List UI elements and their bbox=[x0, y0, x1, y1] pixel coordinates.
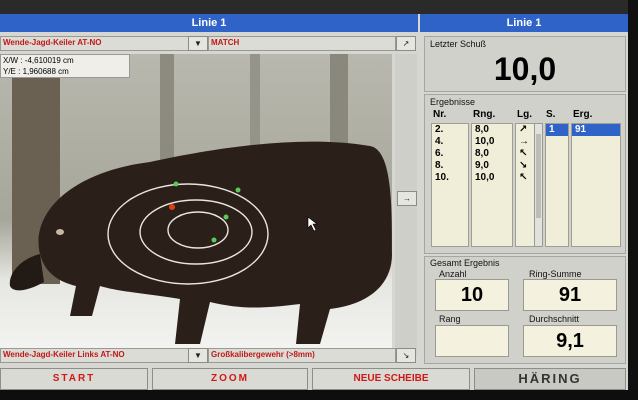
column-s: 1 bbox=[545, 123, 569, 247]
weapon-select-button[interactable]: ↘ bbox=[396, 348, 416, 363]
target-select[interactable]: Wende-Jagd-Keiler AT-NO bbox=[0, 36, 190, 51]
column-rng: 8,0 10,0 8,0 9,0 10,0 bbox=[471, 123, 513, 247]
count-value: 10 bbox=[435, 279, 509, 311]
results-label: Ergebnisse bbox=[430, 97, 476, 107]
chevron-down-icon: ▼ bbox=[194, 39, 202, 48]
direction-arrow-icon: → bbox=[519, 136, 529, 147]
table-cell: 8,0 bbox=[475, 124, 489, 135]
coordinate-readout: X/W : -4,610019 cm Y/E : 1,960688 cm bbox=[0, 54, 130, 78]
table-cell: 4. bbox=[435, 136, 444, 147]
direction-arrow-icon: ↘ bbox=[519, 160, 528, 171]
direction-arrow-icon: ↗ bbox=[519, 124, 528, 135]
monitor-bezel-top bbox=[0, 0, 638, 14]
rank-label: Rang bbox=[439, 314, 461, 324]
arrow-up-right-icon: ↗ bbox=[402, 39, 410, 48]
weapon-select[interactable]: Großkalibergewehr (>8mm) bbox=[208, 348, 396, 363]
target-select-dropdown-button[interactable]: ▼ bbox=[188, 36, 208, 51]
table-cell: 10,0 bbox=[475, 172, 495, 183]
rank-value bbox=[435, 325, 509, 357]
boar-target-illustration bbox=[0, 54, 392, 356]
last-shot-panel: Letzter Schuß 10,0 bbox=[424, 36, 626, 92]
table-cell: 6. bbox=[435, 148, 444, 159]
average-label: Durchschnitt bbox=[529, 314, 580, 324]
table-cell-selected[interactable]: 1 bbox=[546, 124, 568, 136]
col-header-s: S. bbox=[546, 109, 556, 120]
haering-logo: HÄRING bbox=[474, 368, 626, 390]
average-value: 9,1 bbox=[523, 325, 617, 357]
hit-marker bbox=[173, 181, 179, 187]
col-header-erg: Erg. bbox=[573, 109, 593, 120]
start-button[interactable]: START bbox=[0, 368, 148, 390]
bottom-target-dropdown-button[interactable]: ▼ bbox=[188, 348, 208, 363]
results-panel: Ergebnisse Nr. Rng. Lg. S. Erg. 2. 4. 6.… bbox=[424, 94, 626, 254]
arrow-down-right-icon: ↘ bbox=[402, 351, 410, 360]
shooting-app-screen: Linie 1 Linie 1 Wende-Jagd-Keiler AT-NO … bbox=[0, 14, 628, 390]
results-scrollbar[interactable] bbox=[534, 123, 543, 247]
ring-sum-label: Ring-Summe bbox=[529, 269, 582, 279]
monitor-bezel-bottom bbox=[0, 390, 638, 400]
col-header-lg: Lg. bbox=[517, 109, 532, 120]
mode-select-button[interactable]: ↗ bbox=[396, 36, 416, 51]
column-nr: 2. 4. 6. 8. 10. bbox=[431, 123, 469, 247]
total-result-panel: Gesamt Ergebnis Anzahl 10 Ring-Summe 91 … bbox=[424, 256, 626, 364]
hit-marker bbox=[223, 214, 229, 220]
total-label: Gesamt Ergebnis bbox=[430, 258, 500, 268]
lane-title-right: Linie 1 bbox=[420, 14, 628, 32]
ring-sum-value: 91 bbox=[523, 279, 617, 311]
monitor-bezel-right bbox=[628, 0, 638, 400]
bottom-target-select[interactable]: Wende-Jagd-Keiler Links AT-NO bbox=[0, 348, 190, 363]
target-image[interactable] bbox=[0, 54, 392, 356]
direction-arrow-icon: ↖ bbox=[519, 148, 528, 159]
hit-marker bbox=[235, 187, 241, 193]
last-shot-label: Letzter Schuß bbox=[430, 39, 487, 49]
lane-title-left: Linie 1 bbox=[0, 14, 418, 32]
table-cell-selected[interactable]: 91 bbox=[572, 124, 620, 136]
direction-arrow-icon: ↖ bbox=[519, 172, 528, 183]
col-header-nr: Nr. bbox=[433, 109, 447, 120]
last-shot-value: 10,0 bbox=[493, 51, 557, 87]
weapon-select-value: Großkalibergewehr (>8mm) bbox=[211, 350, 315, 359]
target-select-value: Wende-Jagd-Keiler AT-NO bbox=[3, 38, 102, 47]
count-label: Anzahl bbox=[439, 269, 467, 279]
next-target-button[interactable]: → bbox=[397, 191, 417, 206]
zoom-button[interactable]: ZOOM bbox=[152, 368, 308, 390]
chevron-down-icon: ▼ bbox=[194, 351, 202, 360]
table-cell: 10. bbox=[435, 172, 449, 183]
hit-marker bbox=[211, 237, 217, 243]
table-cell: 8. bbox=[435, 160, 444, 171]
last-hit-marker bbox=[169, 204, 175, 210]
scrollbar-thumb[interactable] bbox=[536, 134, 541, 218]
coord-ye: Y/E : 1,960688 cm bbox=[3, 67, 69, 76]
mode-select-value: MATCH bbox=[211, 38, 240, 47]
column-lg: ↗ → ↖ ↘ ↖ bbox=[515, 123, 535, 247]
table-cell: 9,0 bbox=[475, 160, 489, 171]
bottom-target-select-value: Wende-Jagd-Keiler Links AT-NO bbox=[3, 350, 125, 359]
mode-select[interactable]: MATCH bbox=[208, 36, 396, 51]
table-cell: 10,0 bbox=[475, 136, 495, 147]
arrow-right-icon: → bbox=[403, 194, 411, 203]
table-cell: 2. bbox=[435, 124, 444, 135]
new-target-button[interactable]: NEUE SCHEIBE bbox=[312, 368, 470, 390]
column-erg: 91 bbox=[571, 123, 621, 247]
col-header-rng: Rng. bbox=[473, 109, 496, 120]
table-cell: 8,0 bbox=[475, 148, 489, 159]
coord-xw: X/W : -4,610019 cm bbox=[3, 56, 74, 65]
